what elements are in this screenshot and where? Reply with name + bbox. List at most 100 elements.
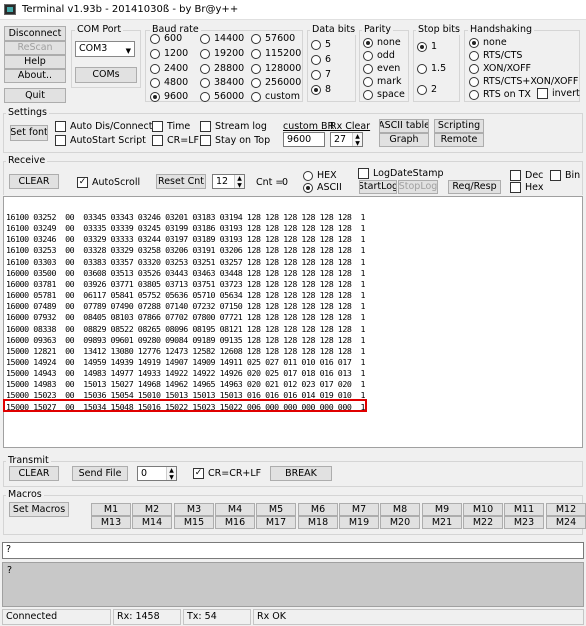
- data-bits-radio-6[interactable]: 6: [311, 54, 331, 65]
- macro-button-m11[interactable]: M11: [504, 503, 544, 516]
- scripting-button[interactable]: Scripting: [434, 119, 484, 133]
- time-checkbox[interactable]: Time: [152, 121, 190, 132]
- checkbox-box[interactable]: [55, 135, 66, 146]
- checkbox-box[interactable]: ✓: [77, 177, 88, 188]
- parity-radio-mark[interactable]: mark: [363, 76, 401, 87]
- hex-radio[interactable]: HEX: [303, 170, 337, 181]
- handshaking-radio-1[interactable]: RTS/CTS: [469, 50, 522, 61]
- set-macros-button[interactable]: Set Macros: [9, 502, 69, 517]
- macro-button-m1[interactable]: M1: [91, 503, 131, 516]
- macro-button-m13[interactable]: M13: [91, 516, 131, 529]
- radio-dot[interactable]: [200, 33, 210, 44]
- radio-dot[interactable]: [303, 182, 313, 193]
- radio-dot[interactable]: [417, 63, 427, 74]
- spin-arrows-icon[interactable]: ▲ ▼: [352, 133, 362, 146]
- radio-dot[interactable]: [469, 37, 479, 48]
- radio-dot[interactable]: [469, 63, 479, 74]
- baud-radio-57600[interactable]: 57600: [251, 33, 295, 44]
- stop-bits-radio-2[interactable]: 2: [417, 84, 437, 95]
- macro-button-m23[interactable]: M23: [504, 516, 544, 529]
- macro-button-m12[interactable]: M12: [546, 503, 586, 516]
- handshaking-radio-4[interactable]: RTS on TX: [469, 89, 531, 100]
- macro-button-m21[interactable]: M21: [422, 516, 462, 529]
- radio-dot[interactable]: [150, 63, 160, 74]
- handshaking-radio-0[interactable]: none: [469, 37, 507, 48]
- parity-radio-space[interactable]: space: [363, 89, 405, 100]
- custom-br-input[interactable]: 9600: [283, 132, 325, 147]
- checkbox-box[interactable]: [55, 121, 66, 132]
- baud-radio-2400[interactable]: 2400: [150, 63, 188, 74]
- macro-button-m20[interactable]: M20: [380, 516, 420, 529]
- ascii-table-button[interactable]: ASCII table: [379, 119, 429, 133]
- radio-dot[interactable]: [200, 63, 210, 74]
- baud-radio-9600[interactable]: 9600: [150, 91, 188, 102]
- checkbox-box[interactable]: [200, 135, 211, 146]
- macro-button-m3[interactable]: M3: [174, 503, 214, 516]
- radio-dot[interactable]: [303, 170, 313, 181]
- checkbox-box[interactable]: [152, 135, 163, 146]
- stop-bits-radio-1[interactable]: 1.5: [417, 63, 446, 74]
- macro-button-m14[interactable]: M14: [132, 516, 172, 529]
- parity-radio-odd[interactable]: odd: [363, 50, 395, 61]
- quit-button[interactable]: Quit: [4, 88, 66, 103]
- radio-dot[interactable]: [200, 77, 210, 88]
- radio-dot[interactable]: [363, 37, 373, 48]
- dec-checkbox[interactable]: Dec: [510, 170, 543, 181]
- send-file-button[interactable]: Send File: [72, 466, 128, 481]
- transmit-history-area[interactable]: ?: [2, 562, 584, 607]
- data-bits-radio-8[interactable]: 8: [311, 84, 331, 95]
- radio-dot[interactable]: [251, 63, 261, 74]
- transmit-spin-input[interactable]: 0 ▲ ▼: [137, 466, 177, 481]
- radio-dot[interactable]: [417, 84, 427, 95]
- radio-dot[interactable]: [363, 89, 373, 100]
- radio-dot[interactable]: [363, 76, 373, 87]
- macro-button-m8[interactable]: M8: [380, 503, 420, 516]
- radio-dot[interactable]: [417, 41, 427, 52]
- radio-dot[interactable]: [363, 63, 373, 74]
- bin-checkbox[interactable]: Bin: [550, 170, 580, 181]
- baud-radio-14400[interactable]: 14400: [200, 33, 244, 44]
- req-resp-button[interactable]: Req/Resp: [448, 180, 501, 194]
- about-button[interactable]: About..: [4, 69, 66, 83]
- checkbox-box[interactable]: ✓: [193, 468, 204, 479]
- radio-dot[interactable]: [469, 76, 479, 87]
- checkbox-box[interactable]: [358, 168, 369, 179]
- radio-dot[interactable]: [311, 69, 321, 80]
- stream-log-checkbox[interactable]: Stream log: [200, 121, 267, 132]
- radio-dot[interactable]: [469, 50, 479, 61]
- radio-dot[interactable]: [251, 91, 261, 102]
- send-input[interactable]: ?: [2, 542, 584, 559]
- macro-button-m2[interactable]: M2: [132, 503, 172, 516]
- radio-dot[interactable]: [200, 91, 210, 102]
- baud-radio-38400[interactable]: 38400: [200, 77, 244, 88]
- radio-dot[interactable]: [251, 48, 261, 59]
- data-bits-radio-7[interactable]: 7: [311, 69, 331, 80]
- com-port-select[interactable]: COM3 ▼: [75, 41, 135, 57]
- radio-dot[interactable]: [311, 84, 321, 95]
- disconnect-button[interactable]: Disconnect: [4, 26, 66, 41]
- checkbox-box[interactable]: [152, 121, 163, 132]
- baud-radio-128000[interactable]: 128000: [251, 63, 301, 74]
- macro-button-m16[interactable]: M16: [215, 516, 255, 529]
- macro-button-m19[interactable]: M19: [339, 516, 379, 529]
- radio-dot[interactable]: [469, 89, 479, 100]
- radio-dot[interactable]: [311, 54, 321, 65]
- radio-dot[interactable]: [363, 50, 373, 61]
- coms-button[interactable]: COMs: [75, 67, 137, 83]
- reset-cnt-button[interactable]: Reset Cnt: [156, 174, 206, 189]
- radio-dot[interactable]: [311, 39, 321, 50]
- hex-checkbox[interactable]: Hex: [510, 182, 543, 193]
- log-date-stamp-checkbox[interactable]: LogDateStamp: [358, 168, 444, 179]
- invert-checkbox-box[interactable]: [537, 88, 548, 99]
- radio-dot[interactable]: [251, 33, 261, 44]
- rescan-button[interactable]: ReScan: [4, 41, 66, 55]
- break-button[interactable]: BREAK: [270, 466, 332, 481]
- macro-button-m6[interactable]: M6: [298, 503, 338, 516]
- autoscroll-checkbox[interactable]: ✓ AutoScroll: [77, 177, 140, 188]
- transmit-clear-button[interactable]: CLEAR: [9, 466, 59, 481]
- checkbox-box[interactable]: [510, 170, 521, 181]
- baud-radio-custom[interactable]: custom: [251, 91, 300, 102]
- stop-log-button[interactable]: StopLog: [398, 180, 438, 194]
- invert-checkbox[interactable]: invert: [537, 88, 580, 99]
- macro-button-m10[interactable]: M10: [463, 503, 503, 516]
